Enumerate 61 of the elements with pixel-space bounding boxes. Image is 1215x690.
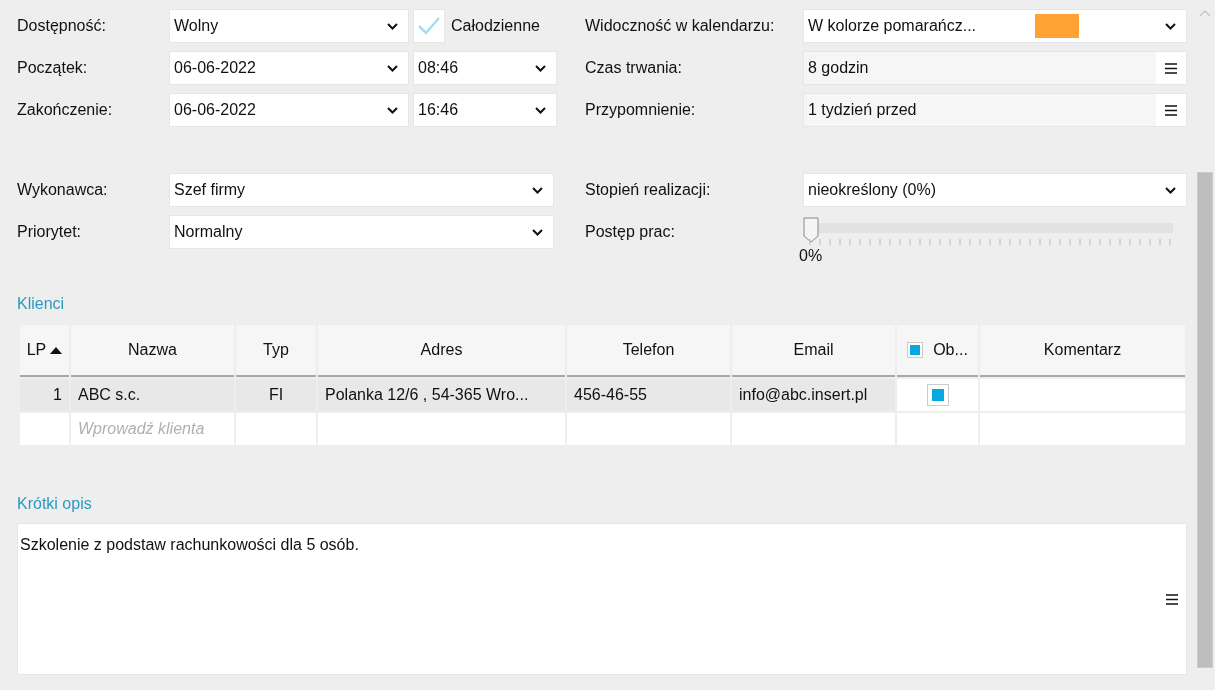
field-label: Widoczność w kalendarzu: — [585, 17, 776, 35]
menu-icon[interactable] — [1166, 594, 1178, 605]
field-label: Początek: — [16, 59, 89, 77]
column-header[interactable]: Telefon — [567, 325, 730, 377]
chevron-down-icon — [387, 106, 398, 114]
time-dropdown[interactable]: 08:46 — [413, 51, 557, 85]
chevron-down-icon — [535, 64, 546, 72]
progress-reading: 0% — [799, 247, 823, 265]
availability-dropdown[interactable]: Wolny — [169, 9, 409, 43]
field-label: Wykonawca: — [16, 181, 109, 199]
table-cell: 456-46-55 — [567, 379, 730, 411]
duration-field[interactable]: 8 godzin — [803, 51, 1187, 85]
chevron-down-icon — [535, 106, 546, 114]
chevron-down-icon — [532, 186, 543, 194]
field-label: Dostępność: — [16, 17, 107, 35]
date-dropdown[interactable]: 06-06-2022 — [169, 93, 409, 127]
check-icon — [417, 16, 441, 36]
priority-dropdown[interactable]: Normalny — [169, 215, 554, 249]
checkbox-label: Całodzienne — [451, 17, 540, 35]
column-header[interactable]: LP — [20, 325, 69, 377]
column-header[interactable]: Adres — [318, 325, 565, 377]
column-header[interactable]: Email — [732, 325, 895, 377]
chevron-down-icon — [1165, 22, 1176, 30]
description-field[interactable]: Szkolenie z podstaw rachunkowości dla 5 osób. — [17, 523, 1187, 675]
table-cell: Polanka 12/6 , 54-365 Wro... — [318, 379, 565, 411]
time-dropdown[interactable]: 16:46 — [413, 93, 557, 127]
description-text: Szkolenie z podstaw rachunkowości dla 5 osób. — [20, 536, 359, 553]
field-label: Stopień realizacji: — [585, 181, 712, 199]
table-cell: FI — [236, 379, 316, 411]
checkbox[interactable] — [926, 384, 949, 406]
date-dropdown[interactable]: 06-06-2022 — [169, 51, 409, 85]
column-header[interactable]: Typ — [236, 325, 316, 377]
section-title: Klienci — [16, 295, 66, 314]
chevron-down-icon — [532, 228, 543, 236]
checkbox[interactable] — [907, 342, 924, 358]
assignee-dropdown[interactable]: Szef firmy — [169, 173, 554, 207]
reminder-field[interactable]: 1 tydzień przed — [803, 93, 1187, 127]
checkbox[interactable] — [413, 9, 445, 43]
menu-icon[interactable] — [1165, 104, 1177, 116]
table-cell: ABC s.c. — [71, 379, 234, 411]
field-label: Zakończenie: — [16, 101, 114, 119]
section-title: Krótki opis — [16, 495, 93, 514]
field-label: Priorytet: — [16, 223, 82, 241]
chevron-down-icon — [1165, 186, 1176, 194]
slider-thumb[interactable] — [803, 217, 819, 243]
field-label: Przypomnienie: — [585, 101, 697, 119]
field-label: Czas trwania: — [585, 59, 683, 77]
completion-dropdown[interactable]: nieokreślony (0%) — [803, 173, 1187, 207]
sort-ascending-icon — [50, 346, 63, 354]
column-header[interactable]: Ob... — [933, 341, 968, 359]
scroll-up-icon[interactable] — [1199, 10, 1211, 17]
table-cell: 1 — [20, 379, 69, 411]
menu-icon[interactable] — [1165, 62, 1177, 74]
column-header[interactable]: Nazwa — [71, 325, 234, 377]
chevron-down-icon — [387, 64, 398, 72]
table-cell: info@abc.insert.pl — [732, 379, 895, 411]
calendar-visibility-dropdown[interactable]: W kolorze pomarańcz... — [803, 9, 1187, 43]
chevron-down-icon — [387, 22, 398, 30]
field-label: Postęp prac: — [585, 222, 676, 242]
column-header[interactable]: Komentarz — [980, 325, 1185, 377]
scrollbar-thumb[interactable] — [1197, 172, 1213, 668]
